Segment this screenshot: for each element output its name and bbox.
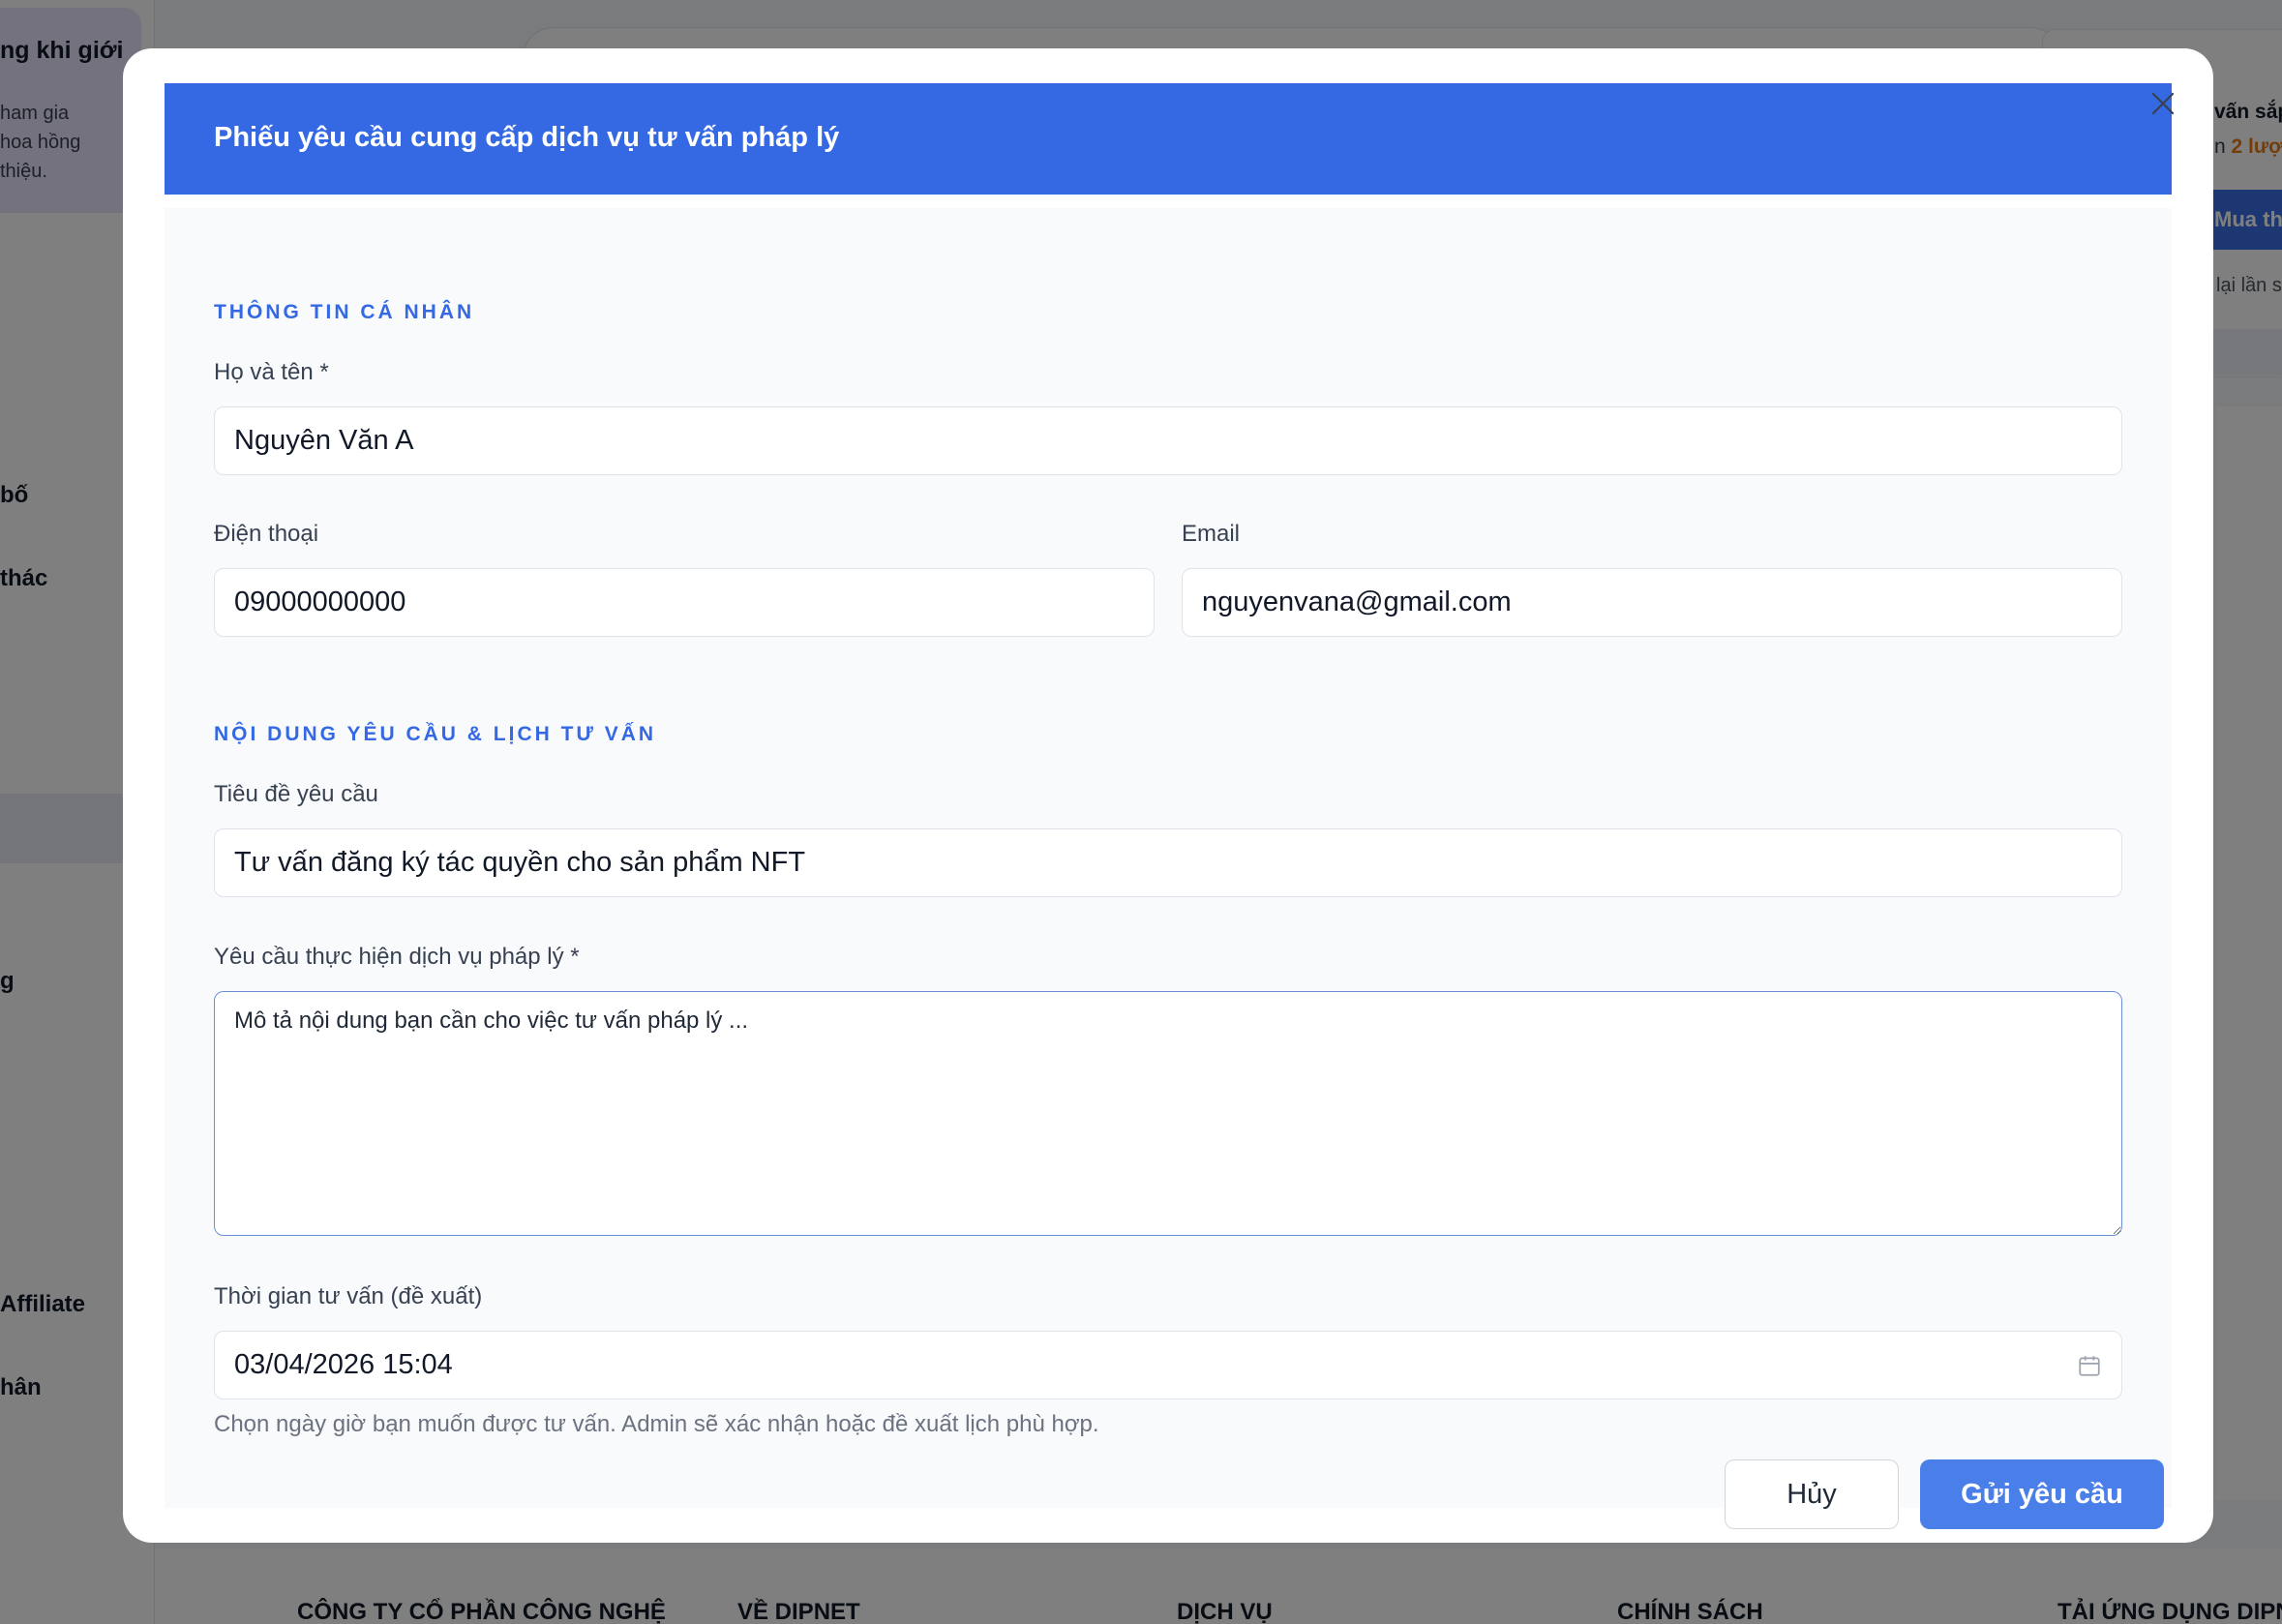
- schedule-datetime-input[interactable]: 03/04/2026 15:04: [214, 1331, 2122, 1399]
- subject-label: Tiêu đề yêu cầu: [214, 781, 378, 807]
- schedule-label: Thời gian tư vấn (đề xuất): [214, 1283, 483, 1309]
- phone-input[interactable]: [214, 568, 1155, 637]
- description-textarea[interactable]: [214, 991, 2122, 1236]
- modal-title: Phiếu yêu cầu cung cấp dịch vụ tư vấn ph…: [214, 122, 840, 153]
- subject-input[interactable]: [214, 828, 2122, 897]
- fullname-label: Họ và tên *: [214, 359, 329, 385]
- calendar-icon[interactable]: [2077, 1353, 2102, 1378]
- schedule-value: 03/04/2026 15:04: [234, 1349, 453, 1380]
- legal-request-modal: Phiếu yêu cầu cung cấp dịch vụ tư vấn ph…: [123, 48, 2213, 1543]
- section-title-request: NỘI DUNG YÊU CẦU & LỊCH TƯ VẤN: [214, 723, 657, 745]
- schedule-helper-text: Chọn ngày giờ bạn muốn được tư vấn. Admi…: [214, 1411, 1099, 1437]
- close-icon[interactable]: [2139, 79, 2187, 128]
- submit-button[interactable]: Gửi yêu cầu: [1920, 1459, 2164, 1529]
- email-input[interactable]: [1182, 568, 2122, 637]
- phone-label: Điện thoại: [214, 521, 319, 547]
- modal-header: Phiếu yêu cầu cung cấp dịch vụ tư vấn ph…: [165, 83, 2172, 195]
- email-label: Email: [1182, 521, 1241, 547]
- fullname-input[interactable]: [214, 406, 2122, 475]
- section-title-personal: THÔNG TIN CÁ NHÂN: [214, 301, 475, 323]
- modal-body: THÔNG TIN CÁ NHÂN Họ và tên * Điện thoại…: [165, 208, 2172, 1529]
- cancel-button[interactable]: Hủy: [1725, 1459, 1899, 1529]
- description-label: Yêu cầu thực hiện dịch vụ pháp lý *: [214, 944, 580, 970]
